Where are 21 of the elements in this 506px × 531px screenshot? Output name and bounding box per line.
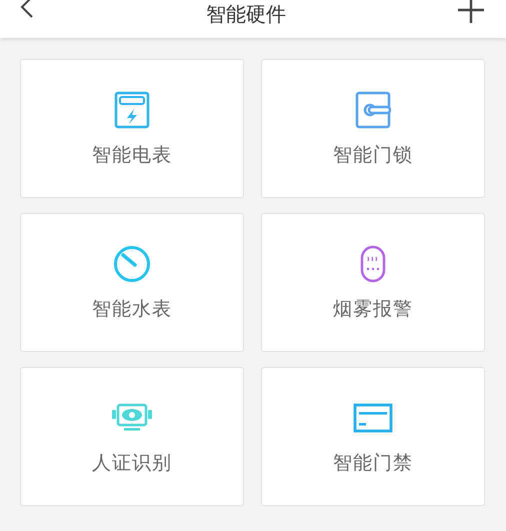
device-label: 智能门锁 [333,142,413,168]
card-icon [353,402,393,432]
page-title: 智能硬件 [206,1,286,27]
door-handle-icon [355,90,391,128]
device-card[interactable]: 智能水表 [20,213,244,352]
meter-icon [114,90,150,128]
device-card[interactable]: 智能电表 [20,59,244,198]
device-card[interactable]: 智能门锁 [261,59,485,198]
device-label: 智能电表 [92,142,172,168]
device-card[interactable]: 烟雾报警 [261,213,485,352]
smoke-detector-icon [360,244,386,282]
gauge-icon [113,244,151,282]
device-label: 智能水表 [92,296,172,322]
back-icon[interactable] [20,0,34,18]
device-label: 人证识别 [92,450,172,476]
device-label: 烟雾报警 [333,296,413,322]
device-card[interactable]: 智能门禁 [261,367,485,506]
eye-scanner-icon [112,402,152,432]
add-icon[interactable] [458,0,484,23]
device-label: 智能门禁 [333,450,413,476]
device-card[interactable]: 人证识别 [20,367,244,506]
